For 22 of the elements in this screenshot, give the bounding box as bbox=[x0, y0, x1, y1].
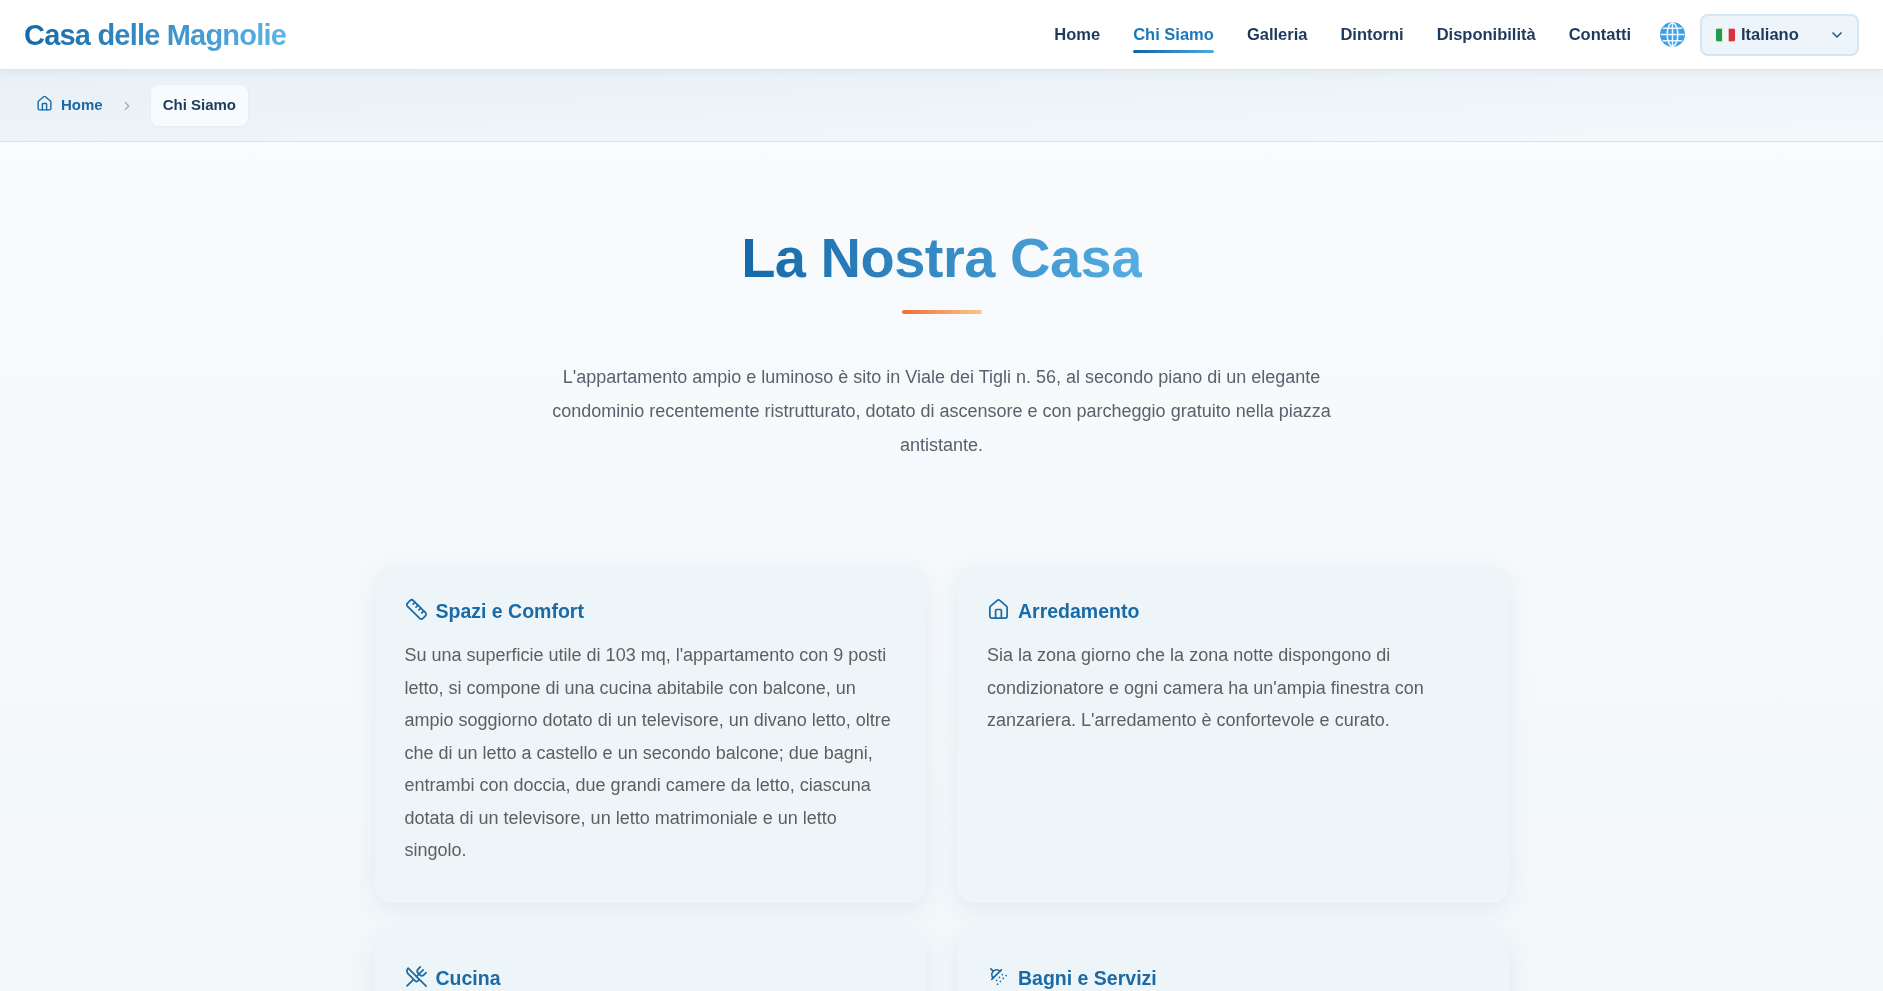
card-title: Spazi e Comfort bbox=[435, 599, 584, 624]
nav-link[interactable]: Dintorni bbox=[1340, 13, 1404, 56]
nav-link[interactable]: Home bbox=[1054, 13, 1101, 56]
nav-link[interactable]: Galleria bbox=[1246, 13, 1308, 56]
flag-icon bbox=[1716, 27, 1735, 42]
card-text: Su una superficie utile di 103 mq, l'appartamento con 9 posti letto, si compone di una cucina abitabile con balcone, un ampio soggiorno dotato di un televisore, un divano letto, oltre che di un letto a castello e un secondo balcone; due bagni, entrambi con doccia, due grandi camere da letto, ciascuna dotata di un televisore, un letto matrimoniale e un letto singolo. bbox=[404, 644, 892, 862]
home-icon bbox=[36, 94, 53, 112]
card-text: Sia la zona giorno che la zona notte dispongono di condizionatore e ogni camera ha un'ampia finestra con zanzariera. L'arredamento è confortevole e curato. bbox=[987, 644, 1425, 732]
breadcrumb-link[interactable]: Home bbox=[36, 94, 103, 117]
ruler-icon bbox=[404, 597, 428, 621]
nav-link[interactable]: Disponibilità bbox=[1436, 13, 1536, 56]
house-icon bbox=[987, 597, 1010, 621]
fork-knife-icon bbox=[404, 964, 428, 988]
card-title: Bagni e Servizi bbox=[1018, 966, 1157, 991]
globe-icon bbox=[1659, 21, 1686, 48]
breadcrumb-current: Chi Siamo bbox=[150, 85, 249, 126]
card-title: Arredamento bbox=[1018, 599, 1140, 624]
intro-text: L'appartamento ampio e luminoso è sito in Viale dei Tigli n. 56, al secondo piano di un elegante condominio recentemente ristrutturato, dotato di ascensore e con parcheggio gratuito nella piazza antistante. bbox=[551, 366, 1332, 457]
nav-link[interactable]: Chi Siamo bbox=[1133, 13, 1214, 56]
language-select[interactable]: Italiano bbox=[1700, 13, 1859, 56]
nav-link[interactable]: Contatti bbox=[1568, 13, 1631, 56]
card-title: Cucina bbox=[435, 966, 501, 991]
